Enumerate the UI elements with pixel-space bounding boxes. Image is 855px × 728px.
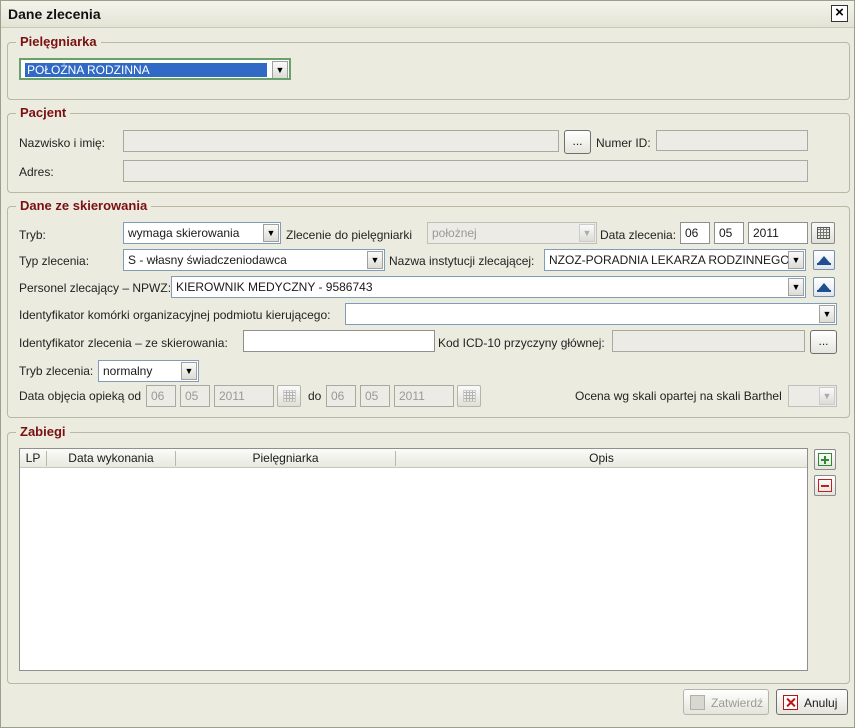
icd-label: Kod ICD-10 przyczyny głównej: bbox=[438, 336, 605, 350]
order-date-label: Data zlecenia: bbox=[600, 228, 677, 242]
care-from-label: Data objęcia opieką od bbox=[19, 389, 142, 403]
patient-id-field[interactable] bbox=[656, 130, 808, 151]
table-header: LP Data wykonania Pielęgniarka Opis bbox=[20, 449, 807, 468]
chevron-down-icon[interactable]: ▼ bbox=[367, 251, 383, 269]
care-from-month-field[interactable]: 05 bbox=[180, 385, 210, 407]
order-to-select[interactable]: położnej ▼ bbox=[427, 222, 597, 244]
chevron-down-icon[interactable]: ▼ bbox=[788, 278, 804, 296]
close-icon[interactable]: × bbox=[831, 5, 848, 22]
patient-address-label: Adres: bbox=[19, 165, 54, 179]
barthel-label: Ocena wg skali opartej na skali Barthel bbox=[575, 389, 782, 403]
window-title: Dane zlecenia bbox=[8, 6, 101, 22]
care-from-year-field[interactable]: 2011 bbox=[214, 385, 274, 407]
title-bar: Dane zlecenia × bbox=[1, 1, 854, 28]
column-header-description[interactable]: Opis bbox=[396, 451, 807, 466]
order-date-day-field[interactable]: 06 bbox=[680, 222, 710, 244]
mode-select-value: wymaga skierowania bbox=[128, 226, 240, 240]
patient-name-field[interactable] bbox=[123, 130, 559, 152]
patient-id-label: Numer ID: bbox=[596, 136, 651, 150]
order-mode-select[interactable]: normalny ▼ bbox=[98, 360, 199, 382]
chevron-down-icon[interactable]: ▼ bbox=[263, 224, 279, 242]
chevron-down-icon[interactable]: ▼ bbox=[819, 305, 835, 323]
cancel-button-label: Anuluj bbox=[804, 696, 838, 710]
column-header-nurse[interactable]: Pielęgniarka bbox=[176, 451, 396, 466]
confirm-button[interactable]: Zatwierdź bbox=[683, 689, 769, 715]
remove-procedure-button[interactable] bbox=[814, 475, 836, 496]
order-mode-label: Tryb zlecenia: bbox=[19, 364, 94, 378]
column-header-lp[interactable]: LP bbox=[20, 451, 47, 466]
order-type-select[interactable]: S - własny świadczeniodawca ▼ bbox=[123, 249, 385, 271]
arrow-up-icon[interactable] bbox=[813, 277, 835, 297]
order-to-select-value: położnej bbox=[432, 226, 477, 240]
care-to-day-field[interactable]: 06 bbox=[326, 385, 356, 407]
order-type-select-value: S - własny świadczeniodawca bbox=[128, 253, 287, 267]
patient-group-legend: Pacjent bbox=[16, 105, 71, 120]
calendar-icon[interactable] bbox=[811, 222, 835, 244]
referral-id-label: Identyfikator zlecenia – ze skierowania: bbox=[19, 336, 228, 350]
patient-address-field[interactable] bbox=[123, 160, 808, 182]
procedures-table[interactable]: LP Data wykonania Pielęgniarka Opis bbox=[19, 448, 808, 671]
chevron-down-icon[interactable]: ▼ bbox=[579, 224, 595, 242]
confirm-icon bbox=[690, 695, 705, 710]
chevron-down-icon[interactable]: ▼ bbox=[272, 61, 288, 78]
column-header-date[interactable]: Data wykonania bbox=[47, 451, 176, 466]
institution-label: Nazwa instytucji zlecającej: bbox=[389, 254, 535, 268]
patient-browse-button[interactable]: ... bbox=[564, 130, 591, 154]
mode-label: Tryb: bbox=[19, 228, 46, 242]
icd-field[interactable] bbox=[612, 330, 805, 352]
staff-label: Personel zlecający – NPWZ: bbox=[19, 281, 172, 295]
staff-select[interactable]: KIEROWNIK MEDYCZNY - 9586743 ▼ bbox=[171, 276, 806, 298]
care-to-month-field[interactable]: 05 bbox=[360, 385, 390, 407]
chevron-down-icon[interactable]: ▼ bbox=[819, 387, 835, 405]
order-to-label: Zlecenie do pielęgniarki bbox=[286, 228, 413, 242]
chevron-down-icon[interactable]: ▼ bbox=[181, 362, 197, 380]
calendar-icon[interactable] bbox=[277, 385, 301, 407]
order-mode-select-value: normalny bbox=[103, 364, 153, 378]
unit-id-select[interactable]: ▼ bbox=[345, 303, 837, 325]
plus-icon bbox=[818, 453, 832, 466]
add-procedure-button[interactable] bbox=[814, 449, 836, 470]
cancel-button[interactable]: Anuluj bbox=[776, 689, 848, 715]
care-from-day-field[interactable]: 06 bbox=[146, 385, 176, 407]
nurse-select[interactable]: POŁOŻNA RODZINNA ▼ bbox=[19, 58, 291, 80]
calendar-icon[interactable] bbox=[457, 385, 481, 407]
order-date-month-field[interactable]: 05 bbox=[714, 222, 744, 244]
cancel-x-icon bbox=[783, 695, 798, 710]
institution-select-value: NZOZ-PORADNIA LEKARZA RODZINNEGO bbox=[549, 253, 790, 267]
unit-id-label: Identyfikator komórki organizacyjnej pod… bbox=[19, 308, 331, 322]
patient-name-label: Nazwisko i imię: bbox=[19, 136, 106, 150]
minus-icon bbox=[818, 479, 832, 492]
nurse-group-legend: Pielęgniarka bbox=[16, 34, 101, 49]
referral-id-field[interactable] bbox=[243, 330, 435, 352]
chevron-down-icon[interactable]: ▼ bbox=[788, 251, 804, 269]
procedures-group-legend: Zabiegi bbox=[16, 424, 70, 439]
icd-browse-button[interactable]: ... bbox=[810, 330, 837, 354]
mode-select[interactable]: wymaga skierowania ▼ bbox=[123, 222, 281, 244]
dialog-window: Dane zlecenia × Pielęgniarka POŁOŻNA ROD… bbox=[0, 0, 855, 728]
arrow-up-icon[interactable] bbox=[813, 250, 835, 270]
order-type-label: Typ zlecenia: bbox=[19, 254, 90, 268]
confirm-button-label: Zatwierdź bbox=[711, 696, 764, 710]
institution-select[interactable]: NZOZ-PORADNIA LEKARZA RODZINNEGO ▼ bbox=[544, 249, 806, 271]
order-date-year-field[interactable]: 2011 bbox=[748, 222, 808, 244]
barthel-select[interactable]: ▼ bbox=[788, 385, 837, 407]
nurse-select-value: POŁOŻNA RODZINNA bbox=[25, 63, 267, 77]
staff-select-value: KIEROWNIK MEDYCZNY - 9586743 bbox=[176, 280, 373, 294]
care-to-label: do bbox=[308, 389, 322, 403]
care-to-year-field[interactable]: 2011 bbox=[394, 385, 454, 407]
referral-group-legend: Dane ze skierowania bbox=[16, 198, 152, 213]
